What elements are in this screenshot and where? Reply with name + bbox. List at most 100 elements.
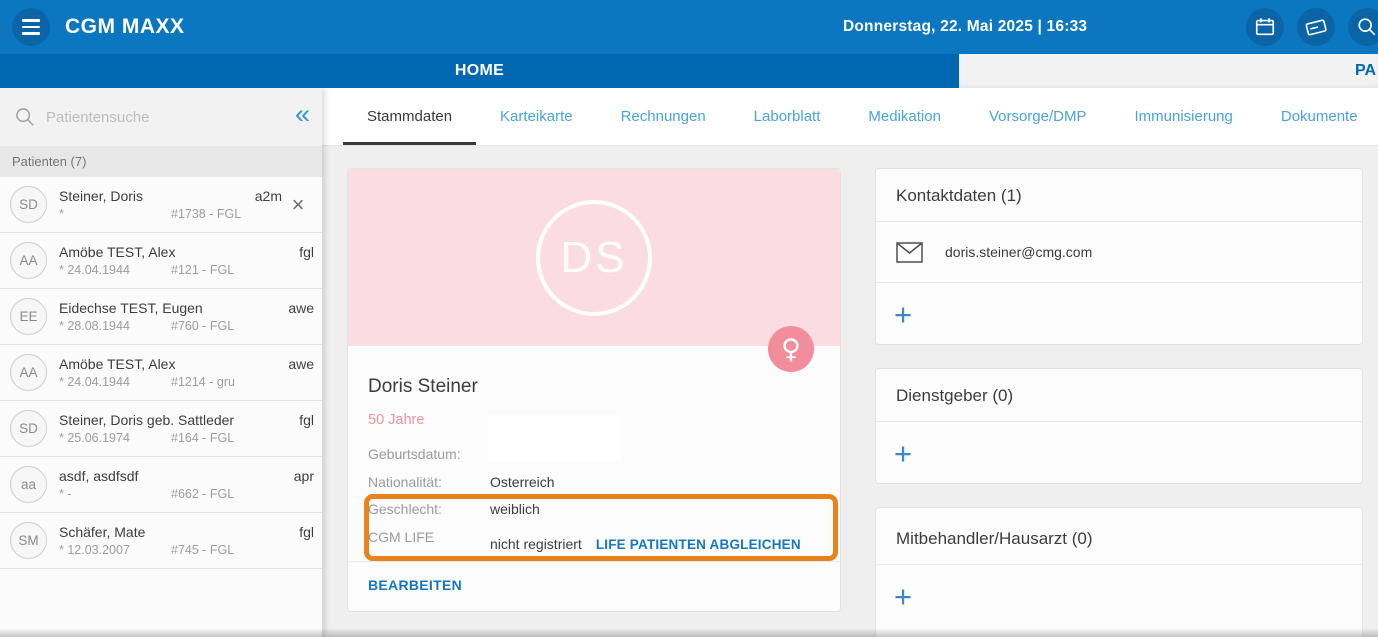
module-nav: HOME PA	[0, 54, 1378, 88]
avatar: aa	[10, 466, 47, 503]
patient-number: #760 - FGL	[171, 319, 234, 333]
hamburger-icon	[22, 19, 40, 21]
patient-banner: DS	[348, 169, 840, 346]
patient-list-item[interactable]: SD Steiner, Doris geb. Sattlederfgl * 25…	[0, 401, 322, 457]
close-icon[interactable]: ×	[282, 194, 314, 216]
patient-tag: fgl	[299, 524, 314, 540]
avatar: SD	[10, 410, 47, 447]
calendar-button[interactable]	[1246, 8, 1284, 46]
add-contact-button[interactable]: +	[894, 300, 912, 330]
patient-name: Steiner, Doris geb. Sattleder	[59, 412, 293, 428]
tab-home[interactable]: HOME	[0, 54, 959, 88]
avatar: SM	[10, 522, 47, 559]
tab-stammdaten[interactable]: Stammdaten	[343, 88, 476, 145]
tab-strip-right: PA	[959, 54, 1378, 88]
field-label-geschlecht: Geschlecht:	[368, 502, 490, 518]
panel-title: Dienstgeber (0)	[876, 369, 1362, 422]
contact-email: doris.steiner@cmg.com	[945, 244, 1092, 260]
global-search-button[interactable]	[1348, 8, 1378, 46]
patient-list-item[interactable]: EE Eidechse TEST, Eugen awe * 28.08.1944#…	[0, 289, 322, 345]
panel-kontaktdaten: Kontaktdaten (1) doris.steiner@cmg.com +	[875, 168, 1363, 345]
field-label-geburtsdatum: Geburtsdatum:	[368, 447, 490, 463]
patient-list-item[interactable]: SD Steiner, Dorisa2m *#1738 - FGL ×	[0, 177, 322, 233]
tab-karteikarte[interactable]: Karteikarte	[476, 88, 597, 145]
avatar: AA	[10, 242, 47, 279]
patient-name: Amöbe TEST, Alex	[59, 244, 293, 260]
patient-list-item[interactable]: SM Schäfer, Mate fgl * 12.03.2007#745 - F…	[0, 513, 322, 569]
search-icon	[1356, 16, 1378, 38]
card-footer: BEARBEITEN	[348, 561, 840, 611]
bearbeiten-button[interactable]: BEARBEITEN	[368, 577, 462, 593]
tab-vorsorge-dmp[interactable]: Vorsorge/DMP	[965, 88, 1111, 145]
tab-laborblatt[interactable]: Laborblatt	[730, 88, 845, 145]
tab-dokumente[interactable]: Dokumente	[1257, 88, 1378, 145]
patient-birthdate: * 12.03.2007	[59, 543, 171, 557]
patient-list-item[interactable]: AA Amöbe TEST, Alex fgl * 24.04.1944#121 …	[0, 233, 322, 289]
avatar: AA	[10, 354, 47, 391]
patient-number: #1214 - gru	[171, 375, 235, 389]
patient-sidebar: « Patienten (7) SD Steiner, Dorisa2m *#1…	[0, 88, 322, 637]
top-bar: CGM MAXX Donnerstag, 22. Mai 2025 | 16:3…	[0, 0, 1378, 54]
patient-number: #745 - FGL	[171, 543, 234, 557]
field-label-nationalitaet: Nationalität:	[368, 475, 490, 491]
patient-birthdate: * 28.08.1944	[59, 319, 171, 333]
panel-title: Mitbehandler/Hausarzt (0)	[876, 508, 1362, 565]
cgm-maxx-window: CGM MAXX Donnerstag, 22. Mai 2025 | 16:3…	[0, 0, 1378, 637]
tab-rechnungen[interactable]: Rechnungen	[597, 88, 730, 145]
patient-search-bar: «	[0, 88, 322, 146]
cgm-life-status: nicht registriert	[490, 537, 582, 553]
patient-name: asdf, asdfsdf	[59, 468, 288, 484]
patient-list-item[interactable]: AA Amöbe TEST, Alex awe * 24.04.1944#1214…	[0, 345, 322, 401]
main-area: Stammdaten Karteikarte Rechnungen Laborb…	[322, 88, 1378, 637]
patient-name: Eidechse TEST, Eugen	[59, 300, 282, 316]
tab-immunisierung[interactable]: Immunisierung	[1110, 88, 1256, 145]
patient-birthdate: *	[59, 207, 171, 221]
patient-tag: awe	[288, 300, 314, 316]
panel-mitbehandler: Mitbehandler/Hausarzt (0) +	[875, 507, 1363, 637]
patient-tag: fgl	[299, 412, 314, 428]
field-label-cgm-life: CGM LIFE	[368, 530, 490, 553]
patient-number: #1738 - FGL	[171, 207, 241, 221]
add-dienstgeber-button[interactable]: +	[894, 439, 912, 469]
add-mitbehandler-button[interactable]: +	[894, 582, 912, 612]
panel-title: Kontaktdaten (1)	[876, 169, 1362, 222]
patient-birthdate: * 24.04.1944	[59, 375, 171, 389]
patient-name: Schäfer, Mate	[59, 524, 293, 540]
patient-list-item[interactable]: aa asdf, asdfsdfapr * -#662 - FGL	[0, 457, 322, 513]
ecard-button[interactable]	[1297, 8, 1335, 46]
female-icon: ♀	[768, 326, 814, 372]
patient-tag: awe	[288, 356, 314, 372]
redacted-birthdate-overlay	[488, 415, 621, 461]
tab-medikation[interactable]: Medikation	[844, 88, 965, 145]
patient-search-input[interactable]	[46, 109, 285, 126]
patient-avatar: DS	[536, 200, 652, 316]
ecard-icon	[1304, 15, 1328, 39]
patient-birthdate: * 24.04.1944	[59, 263, 171, 277]
avatar: SD	[10, 186, 47, 223]
patient-name: Amöbe TEST, Alex	[59, 356, 282, 372]
avatar: EE	[10, 298, 47, 335]
bottom-scroll-shadow	[0, 629, 1378, 637]
patient-full-name: Doris Steiner	[368, 376, 820, 398]
app-title: CGM MAXX	[65, 15, 185, 39]
patient-name: Steiner, Doris	[59, 188, 249, 204]
patient-birthdate: * -	[59, 487, 171, 501]
calendar-icon	[1254, 16, 1276, 38]
contact-email-row[interactable]: doris.steiner@cmg.com	[876, 222, 1362, 283]
patient-detail-tabs: Stammdaten Karteikarte Rechnungen Laborb…	[322, 88, 1378, 146]
datetime-display: Donnerstag, 22. Mai 2025 | 16:33	[843, 0, 1087, 54]
patient-list-header: Patienten (7)	[0, 146, 322, 177]
menu-button[interactable]	[12, 8, 50, 46]
panel-dienstgeber: Dienstgeber (0) +	[875, 368, 1363, 484]
collapse-sidebar-icon[interactable]: «	[295, 102, 310, 132]
field-value-nationalitaet: Osterreich	[490, 475, 555, 491]
patient-number: #662 - FGL	[171, 487, 234, 501]
patient-tag: fgl	[299, 244, 314, 260]
search-icon	[14, 106, 36, 128]
patient-number: #164 - FGL	[171, 431, 234, 445]
patient-number: #121 - FGL	[171, 263, 234, 277]
detail-panels: Kontaktdaten (1) doris.steiner@cmg.com +	[875, 168, 1363, 637]
field-value-geschlecht: weiblich	[490, 502, 540, 518]
life-patienten-abgleichen-link[interactable]: LIFE PATIENTEN ABGLEICHEN	[596, 537, 801, 553]
tab-patient-partial[interactable]: PA	[1355, 54, 1376, 88]
